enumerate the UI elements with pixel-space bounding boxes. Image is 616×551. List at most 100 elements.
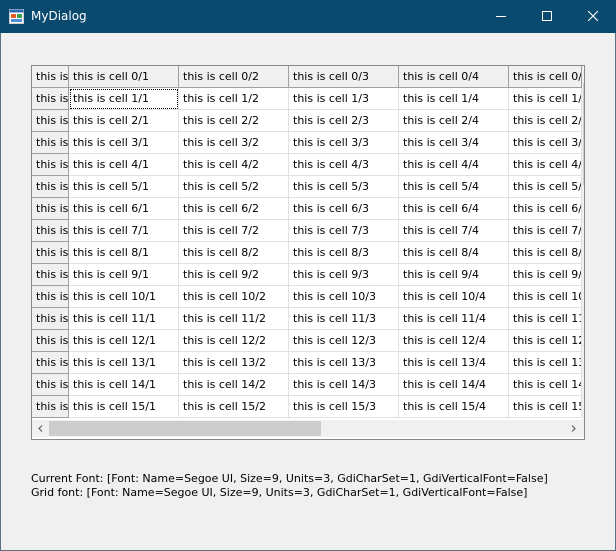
grid-cell[interactable]: this is cell 14/2	[179, 374, 289, 396]
grid-cell[interactable]: this is cell 2/3	[289, 110, 399, 132]
grid-cell[interactable]: this is cell 11/3	[289, 308, 399, 330]
grid-cell[interactable]: this is cell 3/	[509, 132, 582, 154]
grid-cell[interactable]: this is cell 3/2	[179, 132, 289, 154]
grid-cell[interactable]: this is cell 6/2	[179, 198, 289, 220]
grid-cell[interactable]: this is cell 9/2	[179, 264, 289, 286]
grid-cells-area[interactable]: this is this is cell 0/1 this is cell 0/2 t…	[32, 66, 582, 420]
horizontal-scrollbar[interactable]	[32, 420, 582, 437]
grid-cell[interactable]: this is cell 11/2	[179, 308, 289, 330]
grid-cell[interactable]: this is cell 6/1	[69, 198, 179, 220]
horizontal-scroll-thumb[interactable]	[49, 421, 321, 436]
grid-cell[interactable]: this is cell 5/3	[289, 176, 399, 198]
grid-cell[interactable]: this is cell 4/	[509, 154, 582, 176]
grid-cell[interactable]: this is cell 1/3	[289, 88, 399, 110]
grid-cell[interactable]: this is cell 10/4	[399, 286, 509, 308]
grid-cell[interactable]: this is cell 13/3	[289, 352, 399, 374]
grid-cell[interactable]: this is cell 13	[509, 352, 582, 374]
grid-cell[interactable]: this is cell 14/4	[399, 374, 509, 396]
grid-cell[interactable]: this is cell 13/2	[179, 352, 289, 374]
grid-cell[interactable]: this is cell 1/1	[69, 88, 179, 110]
scroll-up-button[interactable]	[582, 66, 584, 83]
minimize-button[interactable]	[478, 0, 524, 33]
grid-cell[interactable]: this is cell 5/1	[69, 176, 179, 198]
grid-cell[interactable]: this is cell 6/4	[399, 198, 509, 220]
grid-cell[interactable]: this is cell 1/2	[179, 88, 289, 110]
scroll-right-button[interactable]	[565, 420, 582, 437]
grid-cell[interactable]: this is cell 15/3	[289, 396, 399, 418]
vertical-scrollbar[interactable]	[582, 66, 584, 420]
grid-cell[interactable]: this is cell 10/3	[289, 286, 399, 308]
grid-cell[interactable]: this is cell 9/	[509, 264, 582, 286]
row-header-cell[interactable]: this is	[32, 396, 69, 418]
grid-cell[interactable]: this is cell 8/	[509, 242, 582, 264]
grid-cell[interactable]: this is cell 14/1	[69, 374, 179, 396]
grid-cell[interactable]: this is cell 3/1	[69, 132, 179, 154]
column-header-cell[interactable]: this is cell 0/	[509, 66, 582, 88]
grid-cell[interactable]: this is cell 13/4	[399, 352, 509, 374]
grid-cell[interactable]: this is cell 7/2	[179, 220, 289, 242]
grid-cell[interactable]: this is cell 14	[509, 374, 582, 396]
grid-cell[interactable]: this is cell 15/1	[69, 396, 179, 418]
row-header-cell[interactable]: this is	[32, 374, 69, 396]
maximize-button[interactable]	[524, 0, 570, 33]
grid-cell[interactable]: this is cell 4/4	[399, 154, 509, 176]
grid-cell[interactable]: this is cell 8/2	[179, 242, 289, 264]
grid-cell[interactable]: this is cell 4/3	[289, 154, 399, 176]
grid-cell[interactable]: this is cell 2/	[509, 110, 582, 132]
grid-cell[interactable]: this is cell 12/4	[399, 330, 509, 352]
grid-cell[interactable]: this is cell 8/3	[289, 242, 399, 264]
row-header-cell[interactable]: this is	[32, 264, 69, 286]
grid-cell[interactable]: this is cell 6/	[509, 198, 582, 220]
grid-cell[interactable]: this is cell 15/2	[179, 396, 289, 418]
grid-cell[interactable]: this is cell 10	[509, 286, 582, 308]
grid-cell[interactable]: this is cell 4/1	[69, 154, 179, 176]
vertical-scroll-thumb[interactable]	[583, 83, 584, 185]
row-header-cell[interactable]: this is	[32, 198, 69, 220]
grid-cell[interactable]: this is cell 11	[509, 308, 582, 330]
scroll-left-button[interactable]	[32, 420, 49, 437]
row-header-cell[interactable]: this is	[32, 308, 69, 330]
row-header-cell[interactable]: this is	[32, 132, 69, 154]
grid-cell[interactable]: this is cell 15	[509, 396, 582, 418]
grid-cell[interactable]: this is cell 9/1	[69, 264, 179, 286]
grid-cell[interactable]: this is cell 2/1	[69, 110, 179, 132]
grid-cell[interactable]: this is cell 6/3	[289, 198, 399, 220]
column-header-cell[interactable]: this is cell 0/4	[399, 66, 509, 88]
grid-cell[interactable]: this is cell 7/	[509, 220, 582, 242]
scroll-down-button[interactable]	[582, 403, 584, 420]
grid-cell[interactable]: this is cell 14/3	[289, 374, 399, 396]
grid-corner-cell[interactable]: this is	[32, 66, 69, 88]
row-header-cell[interactable]: this is	[32, 330, 69, 352]
grid-cell[interactable]: this is cell 5/2	[179, 176, 289, 198]
grid-cell[interactable]: this is cell 12/2	[179, 330, 289, 352]
grid-cell[interactable]: this is cell 11/4	[399, 308, 509, 330]
title-bar[interactable]: MyDialog	[0, 0, 616, 33]
grid-cell[interactable]: this is cell 1/4	[399, 88, 509, 110]
grid-cell[interactable]: this is cell 15/4	[399, 396, 509, 418]
row-header-cell[interactable]: this is	[32, 220, 69, 242]
grid-cell[interactable]: this is cell 9/3	[289, 264, 399, 286]
grid-cell[interactable]: this is cell 2/2	[179, 110, 289, 132]
grid-cell[interactable]: this is cell 2/4	[399, 110, 509, 132]
grid-cell[interactable]: this is cell 8/4	[399, 242, 509, 264]
close-button[interactable]	[570, 0, 616, 33]
row-header-cell[interactable]: this is	[32, 110, 69, 132]
grid-cell[interactable]: this is cell 13/1	[69, 352, 179, 374]
data-grid[interactable]: this is this is cell 0/1 this is cell 0/2 t…	[31, 65, 585, 440]
column-header-cell[interactable]: this is cell 0/2	[179, 66, 289, 88]
row-header-cell[interactable]: this is	[32, 242, 69, 264]
row-header-cell[interactable]: this is	[32, 154, 69, 176]
grid-cell[interactable]: this is cell 8/1	[69, 242, 179, 264]
grid-cell[interactable]: this is cell 12/3	[289, 330, 399, 352]
grid-cell[interactable]: this is cell 5/4	[399, 176, 509, 198]
column-header-cell[interactable]: this is cell 0/3	[289, 66, 399, 88]
grid-cell[interactable]: this is cell 11/1	[69, 308, 179, 330]
grid-cell[interactable]: this is cell 5/	[509, 176, 582, 198]
grid-cell[interactable]: this is cell 7/4	[399, 220, 509, 242]
grid-cell[interactable]: this is cell 9/4	[399, 264, 509, 286]
row-header-cell[interactable]: this is	[32, 176, 69, 198]
grid-cell[interactable]: this is cell 4/2	[179, 154, 289, 176]
grid-cell[interactable]: this is cell 1/	[509, 88, 582, 110]
row-header-cell[interactable]: this is	[32, 88, 69, 110]
grid-cell[interactable]: this is cell 3/4	[399, 132, 509, 154]
